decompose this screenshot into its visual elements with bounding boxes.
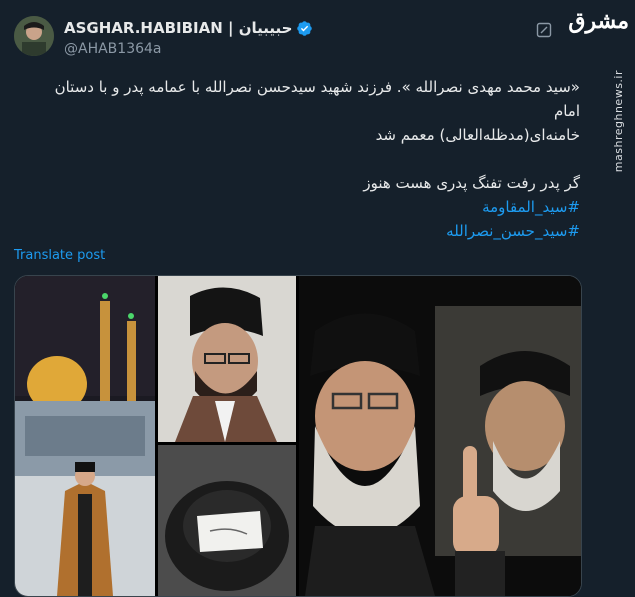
photo-turban[interactable] — [158, 445, 296, 596]
grok-icon[interactable] — [536, 22, 552, 38]
watermark-site: mashreghnews.ir — [612, 70, 625, 173]
hashtag-link[interactable]: #سید_حسن_نصرالله — [14, 219, 580, 243]
tweet-line: امام — [553, 102, 580, 120]
verified-badge-icon — [296, 20, 313, 37]
translate-post-link[interactable]: Translate post — [14, 248, 105, 263]
media-grid[interactable] — [14, 275, 582, 597]
hashtag-link[interactable]: #سید_المقاومة — [14, 195, 580, 219]
avatar[interactable] — [14, 16, 54, 56]
tweet-text: «سید محمد مهدی نصرالله ». فرزند شهید سید… — [14, 75, 580, 243]
watermark-logo: مشرق — [568, 8, 629, 34]
tweet-line: «سید محمد مهدی نصرالله ». فرزند شهید سید… — [54, 78, 580, 96]
watermark-strip: مشرق mashreghnews.ir — [568, 0, 635, 590]
author-display-name[interactable]: ASGHAR.HABIBIAN | حبیبیان — [64, 19, 292, 37]
photo-portrait[interactable] — [158, 276, 296, 442]
author-name-row[interactable]: ASGHAR.HABIBIAN | حبیبیان — [64, 19, 313, 37]
tweet-line — [14, 147, 580, 171]
tweet-line: گر پدر رفت تفنگ پدری هست هنوز — [363, 174, 580, 192]
photo-speech[interactable] — [299, 276, 581, 596]
tweet-line: خامنه‌ای(مدظله‌العالی) معمم شد — [375, 126, 580, 144]
author-handle[interactable]: @AHAB1364a — [64, 41, 162, 57]
photo-shrine[interactable] — [15, 276, 155, 596]
